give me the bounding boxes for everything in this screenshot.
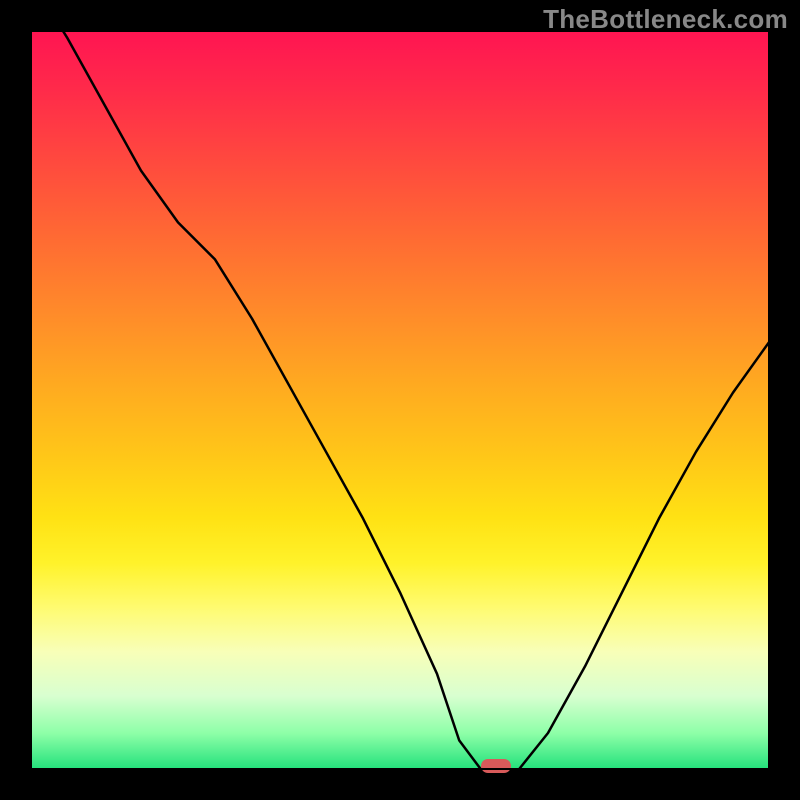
plot-area bbox=[30, 30, 770, 770]
chart-container: TheBottleneck.com bbox=[0, 0, 800, 800]
optimal-marker bbox=[481, 759, 511, 773]
watermark-text: TheBottleneck.com bbox=[543, 4, 788, 35]
gradient-background bbox=[30, 30, 770, 770]
